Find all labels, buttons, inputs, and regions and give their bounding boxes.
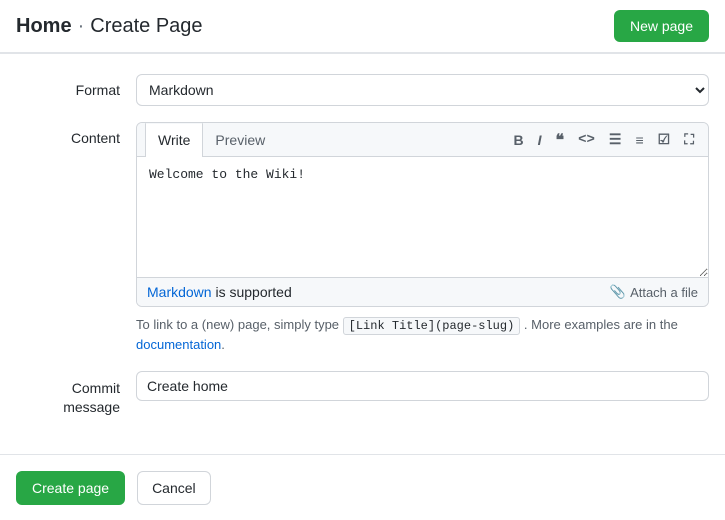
editor-tabs-toolbar: Write Preview B I ❝ <> ☰ ≡ ☑ ⛶ bbox=[137, 123, 708, 157]
toolbar-bullets-button[interactable]: ☰ bbox=[603, 127, 628, 152]
tab-write[interactable]: Write bbox=[145, 122, 203, 156]
tab-preview[interactable]: Preview bbox=[203, 123, 277, 156]
cancel-button[interactable]: Cancel bbox=[137, 471, 211, 505]
format-label: Format bbox=[16, 74, 136, 106]
commit-message-input[interactable] bbox=[136, 371, 709, 401]
format-row: Format Markdown AsciiDoc reStructuredTex… bbox=[16, 74, 709, 106]
content-control: Write Preview B I ❝ <> ☰ ≡ ☑ ⛶ We bbox=[136, 122, 709, 355]
attach-file-label: Attach a file bbox=[630, 285, 698, 300]
link-hint-prefix: To link to a (new) page, simply type bbox=[136, 317, 343, 332]
new-page-button[interactable]: New page bbox=[614, 10, 709, 42]
link-hint-code: [Link Title](page-slug) bbox=[343, 317, 521, 335]
format-control: Markdown AsciiDoc reStructuredText HTML bbox=[136, 74, 709, 106]
toolbar-italic-button[interactable]: I bbox=[532, 128, 548, 152]
create-page-form: Format Markdown AsciiDoc reStructuredTex… bbox=[0, 54, 725, 454]
commit-label: Commit message bbox=[16, 371, 136, 418]
footer-actions: Create page Cancel bbox=[0, 455, 725, 520]
documentation-link[interactable]: documentation bbox=[136, 337, 221, 352]
editor-toolbar: B I ❝ <> ☰ ≡ ☑ ⛶ bbox=[507, 126, 700, 154]
link-hint: To link to a (new) page, simply type [Li… bbox=[136, 315, 709, 355]
toolbar-code-button[interactable]: <> bbox=[572, 128, 601, 152]
toolbar-quote-button[interactable]: ❝ bbox=[549, 126, 570, 154]
editor-tabs: Write Preview bbox=[145, 123, 277, 156]
create-page-button[interactable]: Create page bbox=[16, 471, 125, 505]
markdown-link[interactable]: Markdown bbox=[147, 284, 212, 300]
page-header: Home · Create Page New page bbox=[0, 0, 725, 53]
editor-footer: Markdown is supported 📎 Attach a file bbox=[137, 277, 708, 306]
content-label: Content bbox=[16, 122, 136, 355]
commit-control bbox=[136, 371, 709, 418]
breadcrumb-create-page: Create Page bbox=[90, 15, 202, 38]
toolbar-fullscreen-button[interactable]: ⛶ bbox=[678, 127, 700, 152]
markdown-footer-text: Markdown is supported bbox=[147, 284, 292, 300]
paperclip-icon: 📎 bbox=[610, 284, 626, 300]
attach-file-button[interactable]: 📎 Attach a file bbox=[610, 284, 698, 300]
link-hint-suffix: . More examples are in the bbox=[520, 317, 678, 332]
toolbar-bold-button[interactable]: B bbox=[507, 128, 529, 152]
content-row: Content Write Preview B I ❝ <> ☰ ≡ bbox=[16, 122, 709, 355]
breadcrumb: Home · Create Page bbox=[16, 15, 203, 38]
content-editor[interactable]: Welcome to the Wiki! bbox=[137, 157, 708, 277]
breadcrumb-home: Home bbox=[16, 15, 72, 38]
toolbar-numbered-button[interactable]: ≡ bbox=[629, 128, 649, 152]
format-select[interactable]: Markdown AsciiDoc reStructuredText HTML bbox=[136, 74, 709, 106]
markdown-supported-text: is supported bbox=[212, 284, 292, 300]
commit-message-row: Commit message bbox=[16, 371, 709, 418]
toolbar-task-button[interactable]: ☑ bbox=[652, 127, 677, 152]
breadcrumb-separator: · bbox=[78, 15, 85, 38]
editor-container: Write Preview B I ❝ <> ☰ ≡ ☑ ⛶ We bbox=[136, 122, 709, 307]
